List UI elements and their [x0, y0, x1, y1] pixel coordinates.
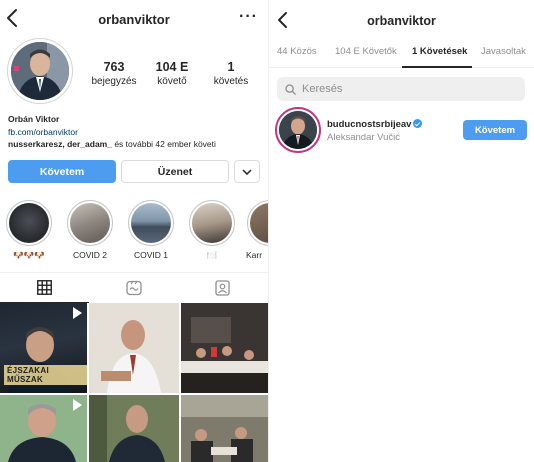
highlight-item[interactable]: 🐶🐶🐶 — [5, 200, 53, 261]
following-list-screen: orbanviktor 44 Közös 104 E Követők 1 Köv… — [268, 0, 534, 462]
highlight-label: COVID 2 — [72, 250, 107, 260]
tab-mutual[interactable]: 44 Közös — [277, 46, 317, 57]
posts-grid: ÉJSZAKAI MŰSZAK — [0, 303, 268, 462]
stat-posts-label: bejegyzés — [91, 76, 137, 87]
stat-followers-label: követő — [157, 76, 187, 87]
tagged-icon — [215, 280, 230, 296]
profile-avatar[interactable] — [7, 38, 73, 104]
stat-following-label: követés — [213, 76, 249, 87]
highlight-item[interactable]: COVID 2 — [66, 200, 114, 260]
follow-button[interactable]: Követem — [8, 160, 116, 183]
reel-play-icon — [73, 399, 82, 411]
search-input[interactable] — [302, 83, 502, 95]
highlight-cover — [70, 203, 110, 243]
highlight-label: 🍽️ — [206, 250, 218, 260]
reels-icon — [125, 280, 142, 296]
following-list-item[interactable]: buducnostsrbijeav Aleksandar Vučić Követ… — [275, 107, 527, 153]
message-button[interactable]: Üzenet — [121, 160, 229, 183]
grid-post[interactable]: ÉJSZAKAI MŰSZAK — [0, 303, 87, 393]
avatar-photo — [11, 42, 69, 100]
mutual-followers-rest: és további 42 ember követi — [111, 139, 216, 149]
list-username-title: orbanviktor — [367, 14, 436, 28]
highlight-cover — [9, 203, 49, 243]
stat-followers-value: 104 E — [155, 60, 189, 74]
stat-posts[interactable]: 763 bejegyzés — [84, 60, 144, 87]
profile-username-title: orbanviktor — [98, 12, 170, 27]
user-follow-button[interactable]: Követem — [463, 120, 527, 140]
tab-reels[interactable] — [89, 273, 178, 303]
user-full-name: Aleksandar Vučić — [327, 132, 401, 143]
stat-posts-value: 763 — [103, 60, 125, 74]
tab-suggested[interactable]: Javasoltak — [481, 46, 526, 57]
profile-website-link[interactable]: fb.com/orbanviktor — [8, 127, 78, 137]
highlight-label: COVID 1 — [133, 250, 168, 260]
tab-tagged[interactable] — [178, 273, 267, 303]
profile-full-name: Orbán Viktor — [8, 114, 60, 124]
active-tab-indicator — [402, 66, 472, 68]
follow-list-tabs: 44 Közös 104 E Követők 1 Követések Javas… — [269, 44, 534, 68]
highlight-cover — [250, 203, 268, 243]
highlight-cover — [192, 203, 232, 243]
post-thumbnail — [181, 303, 268, 393]
grid-post[interactable] — [181, 303, 268, 393]
stat-followers[interactable]: 104 E követő — [142, 60, 202, 87]
suggested-dropdown-button[interactable] — [234, 160, 260, 183]
chevron-down-icon — [242, 168, 252, 175]
highlight-label: Karr — [246, 250, 263, 260]
reel-play-icon — [73, 307, 82, 319]
tab-followers[interactable]: 104 E Követők — [335, 46, 397, 57]
post-overlay-text: ÉJSZAKAI MŰSZAK — [4, 365, 87, 385]
post-thumbnail — [181, 395, 268, 462]
user-avatar[interactable] — [275, 107, 321, 153]
avatar-photo — [279, 111, 317, 149]
tab-following[interactable]: 1 Követések — [412, 46, 467, 57]
grid-post[interactable] — [89, 303, 179, 393]
highlight-item[interactable]: COVID 1 — [127, 200, 175, 260]
mutual-followers-text[interactable]: nusserkaresz, der_adam_ és további 42 em… — [8, 139, 216, 149]
profile-header: orbanviktor ··· — [0, 0, 268, 36]
tab-posts-grid[interactable] — [0, 273, 89, 303]
mutual-followers-names: nusserkaresz, der_adam_ — [8, 139, 112, 149]
user-handle[interactable]: buducnostsrbijeav — [327, 119, 423, 130]
search-bar[interactable] — [277, 77, 525, 101]
verified-badge-icon — [413, 119, 423, 128]
grid-post[interactable] — [181, 395, 268, 462]
grid-icon — [37, 280, 52, 295]
highlight-item[interactable]: 🍽️ — [188, 200, 236, 261]
stat-following[interactable]: 1 követés — [201, 60, 261, 87]
search-icon — [285, 83, 296, 95]
profile-content-tabs — [0, 272, 268, 303]
post-thumbnail — [89, 303, 179, 393]
highlight-label: 🐶🐶🐶 — [13, 250, 45, 260]
highlight-cover — [131, 203, 171, 243]
grid-post[interactable] — [89, 395, 179, 462]
highlight-item[interactable]: Karr — [246, 200, 268, 260]
user-handle-text: buducnostsrbijeav — [327, 119, 412, 130]
post-thumbnail — [89, 395, 179, 462]
grid-post[interactable] — [0, 395, 87, 462]
profile-screen: orbanviktor ··· 763 bejegyzés 104 E köve… — [0, 0, 268, 462]
more-horizontal-icon[interactable]: ··· — [239, 8, 258, 26]
stat-following-value: 1 — [227, 60, 235, 74]
